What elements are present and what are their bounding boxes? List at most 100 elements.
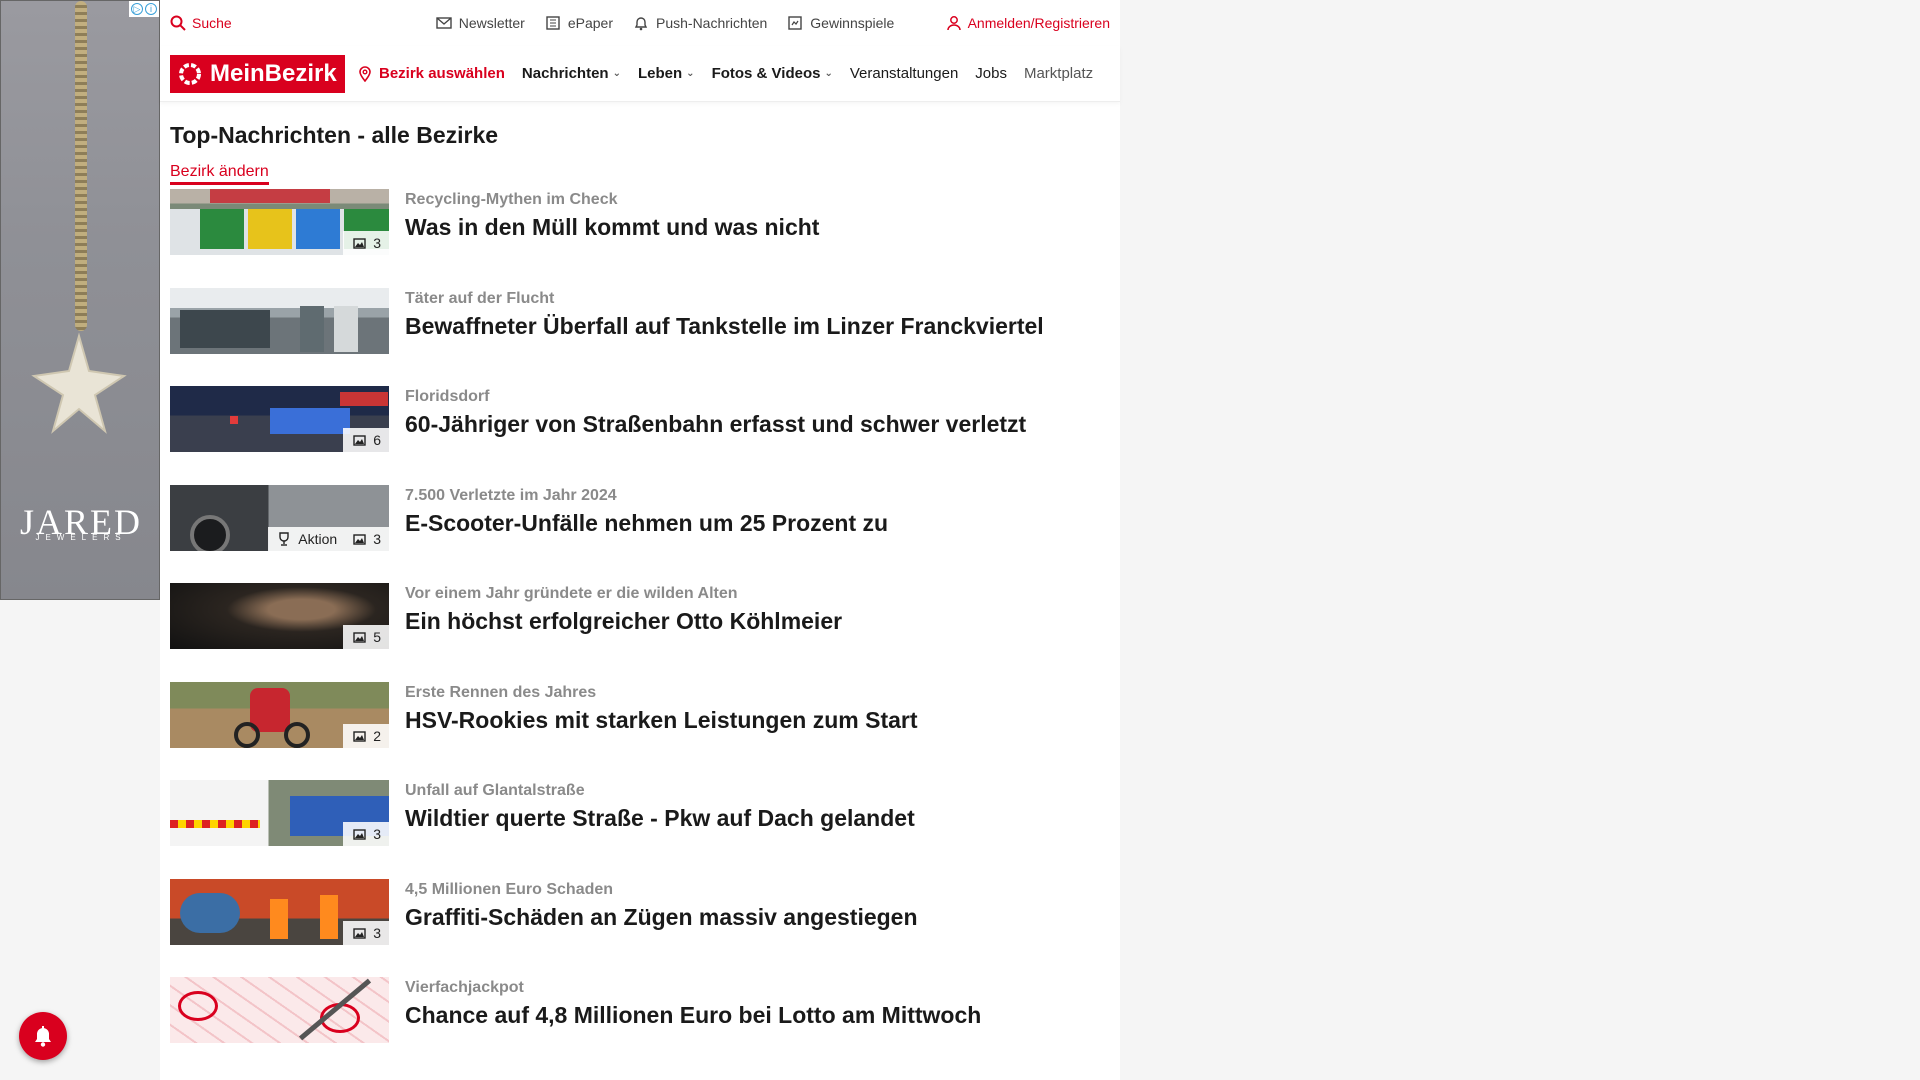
photo-count-badge: 3 — [343, 231, 389, 255]
contests-link[interactable]: Gewinnspiele — [787, 15, 894, 31]
article-item[interactable]: 3 Recycling-Mythen im Check Was in den M… — [160, 189, 1120, 288]
article-list: 3 Recycling-Mythen im Check Was in den M… — [160, 189, 1120, 1076]
nav-item-news-label: Nachrichten — [521, 65, 609, 82]
gallery-icon — [353, 829, 366, 840]
article-item[interactable]: 3 4,5 Millionen Euro Schaden Graffiti-Sc… — [160, 878, 1120, 978]
photo-count: 3 — [373, 826, 381, 842]
nav-item-jobs-label: Jobs — [975, 65, 1007, 82]
article-item[interactable]: 6 Floridsdorf 60-Jähriger von Straßenbah… — [160, 386, 1120, 485]
nav-item-marketplace[interactable]: Marktplatz — [1024, 65, 1093, 82]
article-headline[interactable]: HSV-Rookies mit starken Leistungen zum S… — [405, 707, 918, 734]
photo-count-badge: 2 — [343, 723, 389, 748]
epaper-label: ePaper — [567, 15, 613, 31]
nav-item-news[interactable]: Nachrichten ⌄ — [522, 65, 621, 82]
bell-icon — [634, 17, 648, 31]
photo-count-badge: 3 — [343, 920, 389, 945]
nav-item-life[interactable]: Leben ⌄ — [638, 65, 695, 82]
change-district-link[interactable]: Bezirk ändern — [170, 163, 269, 185]
nav-item-marketplace-label: Marktplatz — [1023, 65, 1094, 82]
article-headline[interactable]: Chance auf 4,8 Millionen Euro bei Lotto … — [405, 1002, 981, 1029]
trophy-icon — [279, 531, 289, 546]
photo-count-badge: 3 — [343, 822, 389, 846]
article-thumbnail[interactable]: 3 — [170, 189, 389, 255]
article-headline[interactable]: Wildtier querte Straße - Pkw auf Dach ge… — [405, 805, 915, 832]
photo-count: 3 — [373, 924, 381, 941]
promo-badge: Aktion — [276, 531, 337, 547]
article-thumbnail[interactable]: 3 — [170, 780, 389, 846]
article-item[interactable]: Vierfachjackpot Chance auf 4,8 Millionen… — [160, 977, 1120, 1076]
user-icon — [946, 16, 961, 31]
push-notification-button[interactable] — [19, 1012, 67, 1060]
nav-item-life-label: Leben — [637, 65, 683, 82]
article-headline[interactable]: Ein höchst erfolgreicher Otto Köhlmeier — [405, 608, 842, 635]
article-thumbnail[interactable] — [170, 287, 389, 354]
photo-count-badge: 5 — [343, 625, 389, 649]
photo-count: 3 — [373, 235, 381, 251]
article-headline[interactable]: 60-Jähriger von Straßenbahn erfasst und … — [405, 411, 1026, 438]
article-headline[interactable]: Bewaffneter Überfall auf Tankstelle im L… — [405, 313, 1044, 340]
article-kicker: 7.500 Verletzte im Jahr 2024 — [405, 486, 617, 504]
gallery-icon — [353, 632, 366, 643]
article-item[interactable]: Aktion 3 7.500 Verletzte im Jahr 2024 E-… — [160, 484, 1120, 584]
push-notifications-link[interactable]: Push-Nachrichten — [633, 15, 767, 31]
article-kicker: 4,5 Millionen Euro Schaden — [405, 880, 614, 898]
article-headline[interactable]: Was in den Müll kommt und was nicht — [405, 214, 819, 241]
photo-count: 6 — [373, 432, 381, 448]
epaper-link[interactable]: ePaper — [545, 15, 613, 31]
gallery-icon — [353, 238, 366, 249]
article-kicker: Täter auf der Flucht — [405, 289, 555, 307]
article-item[interactable]: 2 Erste Rennen des Jahres HSV-Rookies mi… — [160, 681, 1120, 781]
article-headline[interactable]: E-Scooter-Unfälle nehmen um 25 Prozent z… — [405, 510, 888, 537]
chevron-down-icon: ⌄ — [824, 68, 833, 79]
article-item[interactable]: 5 Vor einem Jahr gründete er die wilden … — [160, 583, 1120, 682]
starfish-pendant-graphic — [31, 332, 127, 434]
select-district-button[interactable]: Bezirk auswählen — [357, 65, 505, 82]
gallery-icon — [353, 730, 366, 742]
login-link[interactable]: Anmelden/Registrieren — [946, 15, 1110, 31]
adchoices-icon[interactable]: ▷ i — [129, 1, 159, 17]
article-thumbnail[interactable]: 5 — [170, 583, 389, 649]
advertisement-banner[interactable]: JARED JEWELERS ▷ i — [0, 0, 160, 600]
article-thumbnail[interactable]: Aktion 3 — [170, 484, 389, 551]
site-logo[interactable]: MeinBezirk — [170, 54, 345, 93]
nav-item-photos-videos-label: Fotos & Videos — [711, 65, 821, 82]
article-kicker: Floridsdorf — [405, 388, 490, 405]
nav-item-events[interactable]: Veranstaltungen — [850, 65, 958, 82]
newspaper-icon — [546, 16, 560, 30]
main-content: Suche Newsletter ePaper Push-Nachrichten… — [160, 0, 1120, 1080]
search-icon — [170, 15, 186, 31]
article-item[interactable]: Täter auf der Flucht Bewaffneter Überfal… — [160, 287, 1120, 387]
necklace-chain-graphic — [75, 1, 87, 331]
nav-item-jobs[interactable]: Jobs — [975, 65, 1007, 82]
search-link[interactable]: Suche — [170, 15, 232, 31]
article-kicker: Vierfachjackpot — [405, 979, 524, 996]
main-navigation: MeinBezirk Bezirk auswählen Nachrichten ⌄… — [160, 46, 1120, 102]
bell-icon — [35, 1026, 51, 1047]
article-kicker: Erste Rennen des Jahres — [405, 683, 597, 701]
push-notifications-label: Push-Nachrichten — [656, 15, 768, 31]
logo-sun-icon — [179, 62, 201, 85]
article-headline[interactable]: Graffiti-Schäden an Zügen massiv angesti… — [405, 904, 918, 931]
mail-icon — [436, 17, 452, 29]
nav-item-photos-videos[interactable]: Fotos & Videos ⌄ — [712, 65, 833, 82]
article-thumbnail[interactable] — [170, 977, 389, 1043]
photo-count: 5 — [373, 629, 381, 645]
promo-label: Aktion — [298, 530, 338, 547]
article-kicker: Recycling-Mythen im Check — [405, 191, 618, 208]
gallery-icon — [353, 533, 366, 545]
chevron-down-icon: ⌄ — [686, 68, 695, 79]
article-kicker: Unfall auf Glantalstraße — [405, 782, 585, 799]
article-kicker: Vor einem Jahr gründete er die wilden Al… — [405, 585, 738, 602]
article-thumbnail[interactable]: 2 — [170, 681, 389, 748]
article-thumbnail[interactable]: 3 — [170, 878, 389, 945]
newsletter-link[interactable]: Newsletter — [436, 15, 525, 31]
photo-count: 3 — [373, 530, 381, 547]
article-thumbnail[interactable]: 6 — [170, 386, 389, 452]
nav-item-events-label: Veranstaltungen — [849, 65, 959, 82]
article-item[interactable]: 3 Unfall auf Glantalstraße Wildtier quer… — [160, 780, 1120, 879]
search-label: Suche — [192, 15, 232, 31]
ad-brand-subtitle: JEWELERS — [35, 533, 127, 542]
utility-bar: Suche Newsletter ePaper Push-Nachrichten… — [160, 0, 1120, 46]
photo-count: 2 — [373, 727, 381, 744]
login-label: Anmelden/Registrieren — [967, 15, 1110, 31]
